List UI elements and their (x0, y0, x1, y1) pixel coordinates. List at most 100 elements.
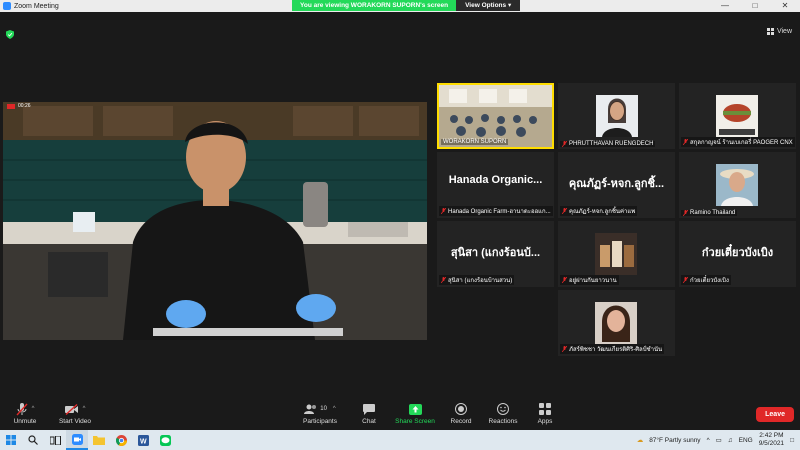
muted-mic-icon (683, 210, 688, 216)
svg-text:W: W (140, 438, 147, 445)
start-video-label: Start Video (58, 418, 92, 425)
grid-icon (766, 28, 774, 35)
participant-display-name: คุณภัฏร์-หจก.ลูกชิ้... (568, 178, 665, 190)
audio-options-caret[interactable]: ^ (32, 406, 35, 412)
participant-name: WORAKORN SUPORN (441, 139, 509, 145)
muted-mic-icon (683, 139, 688, 145)
network-icon[interactable]: ▭ (716, 436, 722, 444)
classroom-video (439, 85, 552, 147)
chat-label: Chat (362, 418, 376, 425)
participant-tile-drinks[interactable]: อยู่ผ่านกันยาวนาน (558, 221, 675, 287)
close-button[interactable]: ✕ (770, 0, 800, 12)
zoom-app-icon (3, 2, 11, 10)
share-screen-button[interactable]: Share Screen (390, 402, 440, 425)
participant-display-name: ก๋วยเตี๋ยวบังเบิง (701, 247, 774, 259)
minimize-button[interactable]: — (710, 0, 740, 12)
share-banner: You are viewing WORAKORN SUPORN's screen… (292, 0, 521, 11)
recording-indicator (7, 104, 15, 109)
view-options-button[interactable]: View Options ▾ (456, 0, 521, 11)
participant-name-row: Hanada Organic Farm-ฮานาดะออแก... (439, 206, 553, 216)
video-off-icon (64, 403, 78, 415)
participant-name: ภัสร์พิชชา วัฒนเกียรติศิริ-ศิลป์ชำนัน (569, 347, 663, 353)
view-options-label: View Options (465, 2, 507, 9)
participant-tile-worakorn[interactable]: WORAKORN SUPORN (437, 83, 554, 149)
muted-mic-icon (683, 277, 688, 283)
line-icon[interactable] (154, 430, 176, 450)
participant-tile-paoger[interactable]: สกุลกาญจน์ ร้านเบเกอรี่ PAOGER CNX (679, 83, 796, 149)
share-screen-label: Share Screen (395, 418, 435, 425)
clock-date: 9/5/2021 (758, 440, 785, 447)
volume-icon[interactable]: ♫ (728, 437, 733, 444)
window-title: Zoom Meeting (14, 2, 59, 10)
participants-label: Participants (303, 418, 337, 425)
clock[interactable]: 2:42 PM 9/5/2021 (759, 432, 784, 448)
share-banner-message: You are viewing WORAKORN SUPORN's screen (292, 0, 457, 11)
participant-video (558, 83, 675, 149)
participant-name-row: สกุลกาญจน์ ร้านเบเกอรี่ PAOGER CNX (681, 137, 795, 147)
participant-name-row: ก๋วยเตี๋ยวบังเบิง (681, 275, 731, 285)
participant-name: อยู่ผ่านกันยาวนาน (569, 278, 617, 284)
meeting-toolbar: ^ Unmute ^ Start Video 10 ^ Participants… (0, 398, 800, 430)
participant-tile-ramino[interactable]: Ramino Thailand (679, 152, 796, 218)
notifications-icon[interactable]: □ (790, 437, 794, 444)
participant-name: สุนิสา (แกงร้อนบ้านสวน) (448, 278, 513, 284)
participant-name-row: อยู่ผ่านกันยาวนาน (560, 275, 619, 285)
leave-button[interactable]: Leave (756, 407, 794, 422)
participants-button[interactable]: 10 ^ Participants (295, 402, 345, 425)
participant-display-name: Hanada Organic... (448, 174, 543, 186)
word-icon[interactable]: W (132, 430, 154, 450)
participant-tile-khunphat[interactable]: คุณภัฏร์-หจก.ลูกชิ้... คุณภัฏร์-หจก.ลูกช… (558, 152, 675, 218)
weather-icon: ☁ (636, 437, 644, 444)
participant-tile-sunisa[interactable]: สุนิสา (แกงร้อนบ้... สุนิสา (แกงร้อนบ้าน… (437, 221, 554, 287)
task-view-icon[interactable] (44, 430, 66, 450)
zoom-taskbar-icon[interactable] (66, 430, 88, 450)
shared-screen-video: 00:26 (3, 102, 427, 340)
share-screen-icon (408, 403, 422, 415)
windows-taskbar: W ☁ 87°F Partly sunny ^ ▭ ♫ ENG 2:42 PM … (0, 430, 800, 450)
participant-name: Hanada Organic Farm-ฮานาดะออแก... (448, 209, 551, 215)
participant-name-row: PHRUTTHAVAN RUENGDECH (560, 141, 656, 147)
participant-tile-phrutthavan[interactable]: PHRUTTHAVAN RUENGDECH (558, 83, 675, 149)
unmute-label: Unmute (13, 418, 37, 425)
muted-mic-icon (562, 141, 567, 147)
participants-icon (304, 404, 317, 414)
shield-icon[interactable] (6, 30, 14, 39)
apps-icon (539, 403, 551, 415)
windows-start-icon[interactable] (0, 430, 22, 450)
participant-name: ก๋วยเตี๋ยวบังเบิง (690, 278, 729, 284)
file-explorer-icon[interactable] (88, 430, 110, 450)
hidden-icons-caret[interactable]: ^ (707, 437, 710, 444)
participant-name: Ramino Thailand (690, 210, 736, 216)
weather-text[interactable]: 87°F Partly sunny (649, 437, 700, 444)
muted-mic-icon (441, 208, 446, 214)
participant-tile-kuayteow[interactable]: ก๋วยเตี๋ยวบังเบิง ก๋วยเตี๋ยวบังเบิง (679, 221, 796, 287)
language-indicator[interactable]: ENG (739, 437, 753, 444)
maximize-button[interactable]: □ (740, 0, 770, 12)
video-options-caret[interactable]: ^ (83, 406, 86, 412)
chef-video-frame (3, 102, 427, 340)
view-button[interactable]: View (766, 28, 792, 35)
muted-mic-icon (562, 346, 567, 352)
chrome-icon[interactable] (110, 430, 132, 450)
unmute-button[interactable]: ^ Unmute (0, 402, 50, 425)
search-icon[interactable] (22, 430, 44, 450)
chat-icon (363, 403, 375, 415)
system-tray: ☁ 87°F Partly sunny ^ ▭ ♫ ENG 2:42 PM 9/… (637, 430, 794, 450)
apps-label: Apps (537, 418, 553, 425)
start-video-button[interactable]: ^ Start Video (50, 402, 100, 425)
participants-options-caret[interactable]: ^ (333, 406, 336, 412)
participant-tile-hanada[interactable]: Hanada Organic... Hanada Organic Farm-ฮา… (437, 152, 554, 218)
participant-name-row: ภัสร์พิชชา วัฒนเกียรติศิริ-ศิลป์ชำนัน (560, 344, 665, 354)
apps-button[interactable]: Apps (520, 402, 570, 425)
participants-count: 10 (320, 406, 327, 412)
muted-mic-icon (441, 277, 446, 283)
chat-button[interactable]: Chat (344, 402, 394, 425)
muted-mic-icon (562, 277, 567, 283)
view-label: View (776, 28, 792, 35)
participant-name-row: สุนิสา (แกงร้อนบ้านสวน) (439, 275, 515, 285)
video-timestamp: 00:26 (18, 103, 31, 109)
participant-photo (679, 152, 796, 218)
participant-display-name: สุนิสา (แกงร้อนบ้... (450, 247, 541, 259)
participant-tile-phatphitcha[interactable]: ภัสร์พิชชา วัฒนเกียรติศิริ-ศิลป์ชำนัน (558, 290, 675, 356)
reactions-icon (497, 403, 509, 415)
